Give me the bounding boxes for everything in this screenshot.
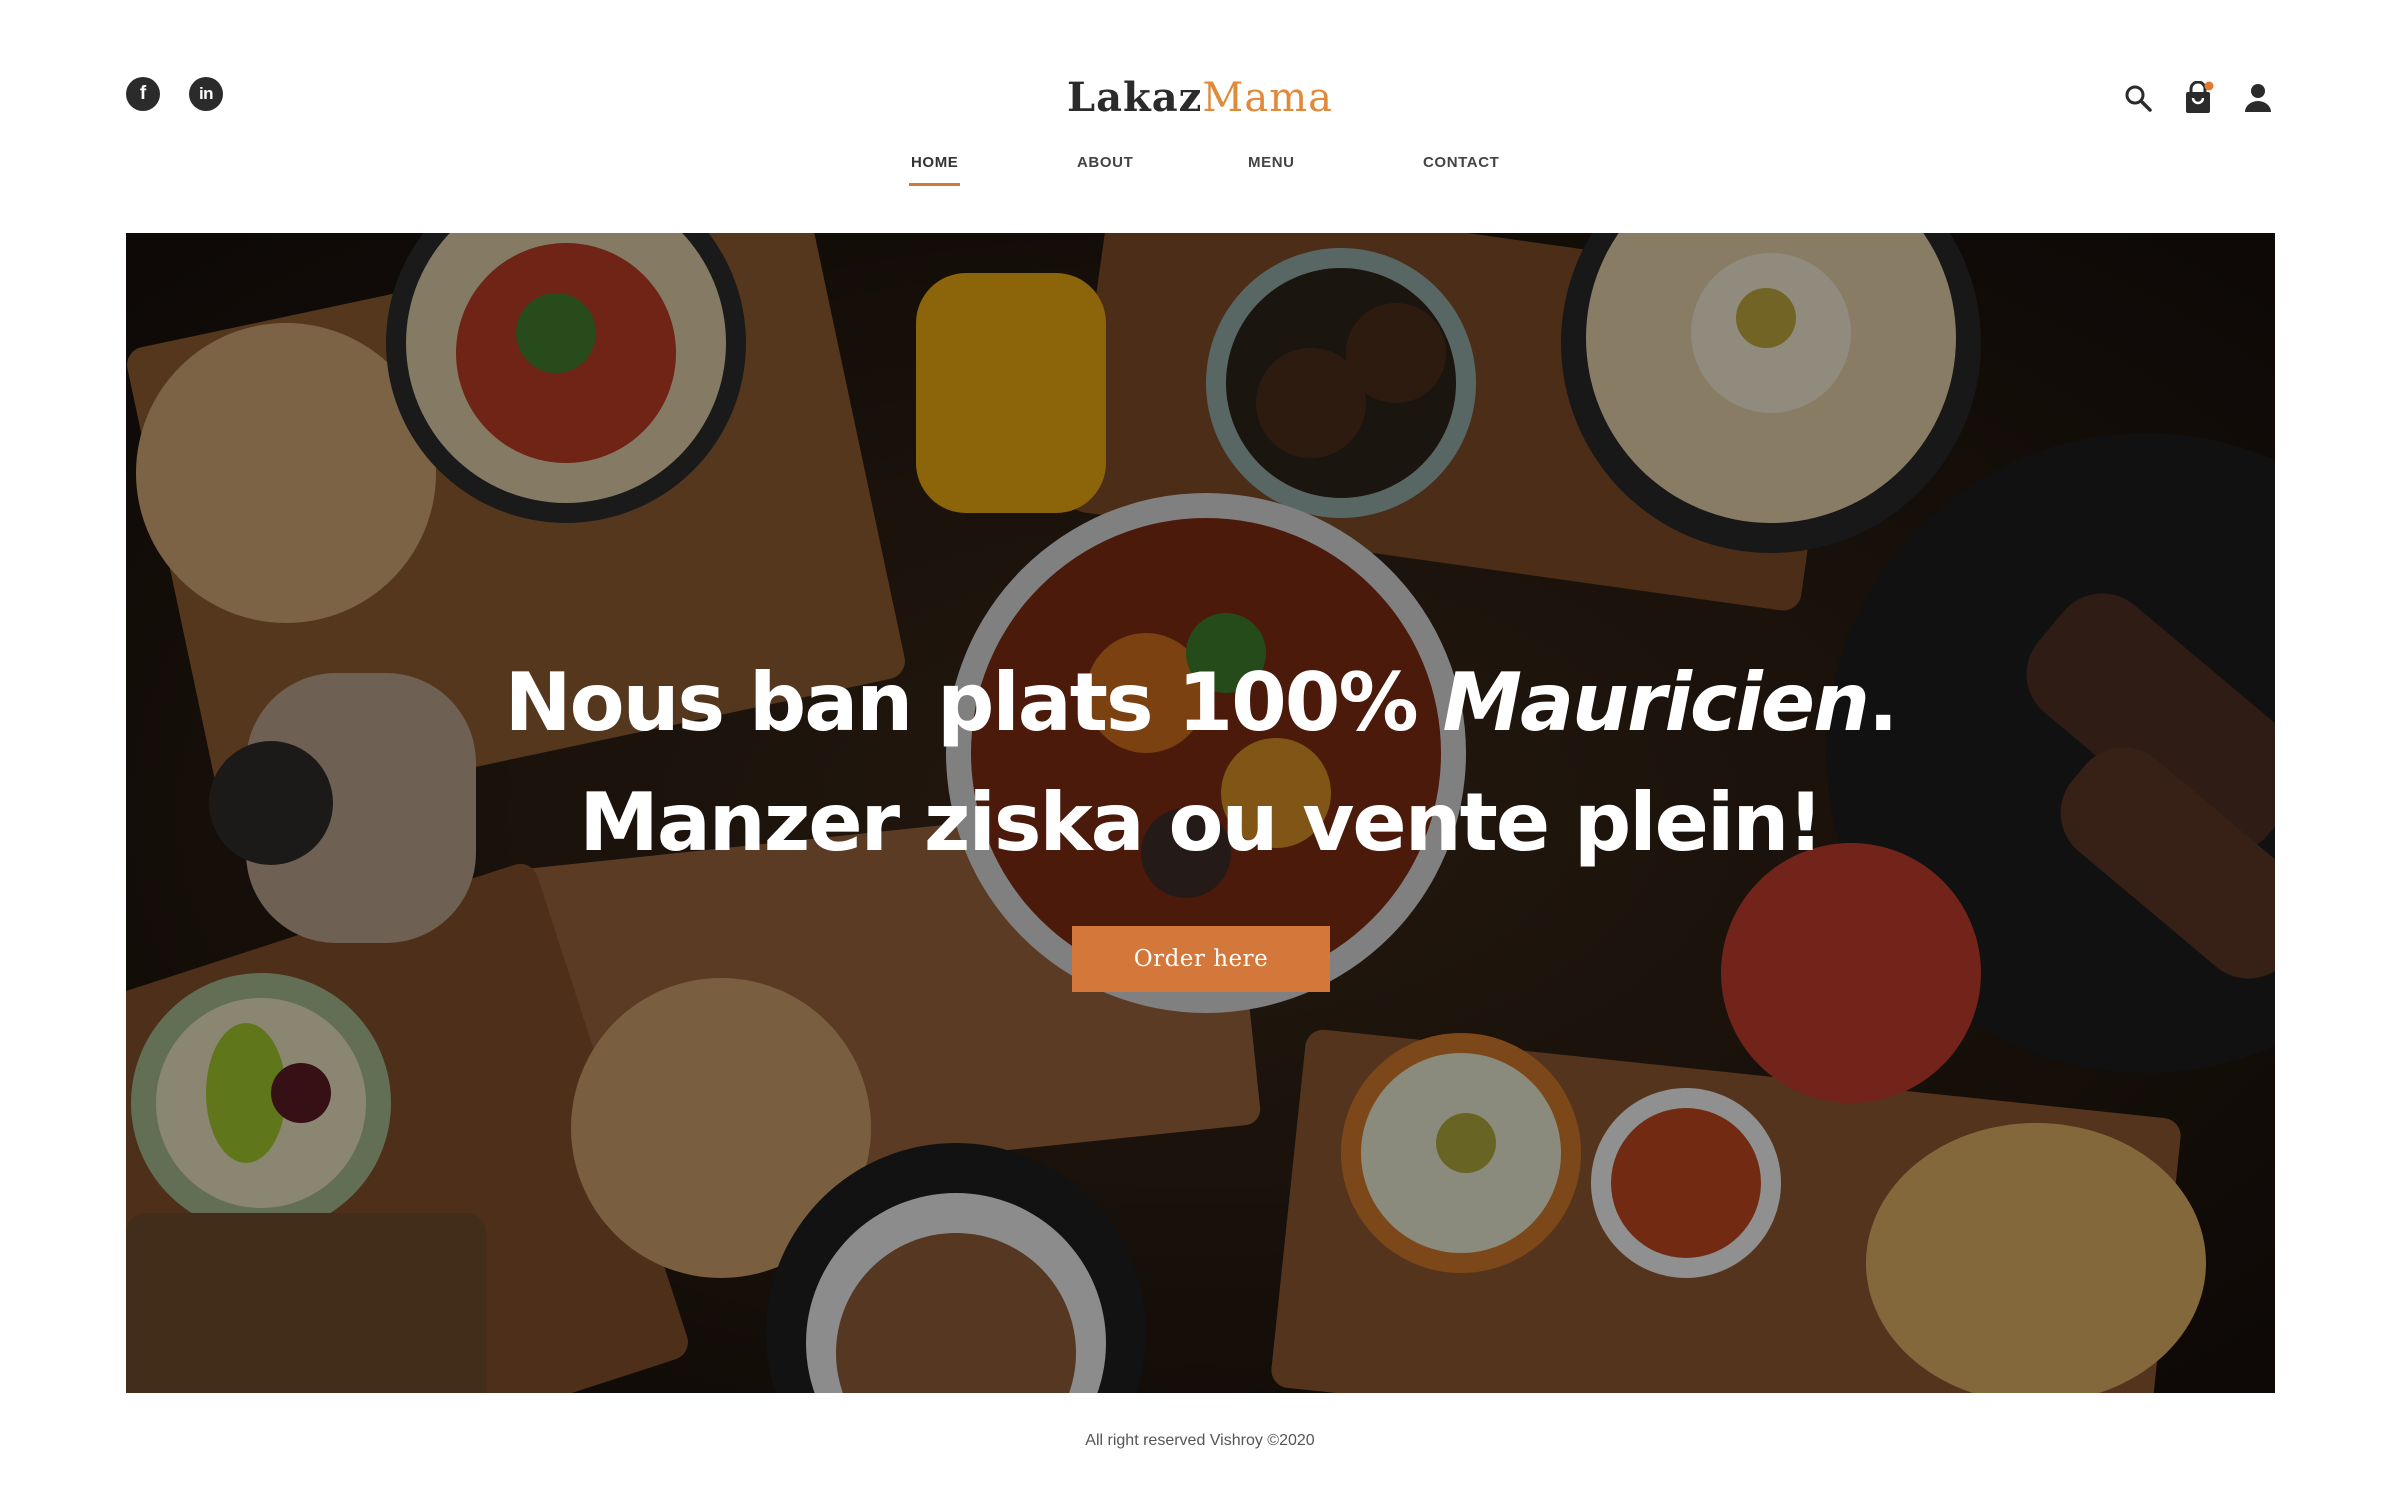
headline-line1-text: Nous ban plats 100% (504, 656, 1419, 749)
nav-about[interactable]: ABOUT (1077, 154, 1133, 171)
site-logo[interactable]: LakazMama (0, 74, 2400, 121)
header-tools (2122, 81, 2274, 114)
logo-part-lakaz: Lakaz (1067, 74, 1203, 121)
headline-line2-text: Manzer ziska ou vente plein! (579, 776, 1824, 869)
nav-home[interactable]: HOME (908, 154, 961, 186)
copyright-footer: All right reserved Vishroy ©2020 (1085, 1432, 1315, 1449)
nav-contact[interactable]: CONTACT (1423, 154, 1499, 171)
headline-period: . (1867, 656, 1898, 749)
search-icon[interactable] (2122, 82, 2154, 114)
hero-banner: Nous ban plats 100% Mauricien. Manzer zi… (126, 233, 2275, 1393)
user-icon[interactable] (2242, 82, 2274, 114)
hero-headline: Nous ban plats 100% Mauricien. Manzer zi… (126, 643, 2275, 883)
headline-emphasis: Mauricien (1442, 656, 1869, 749)
order-here-button[interactable]: Order here (1072, 926, 1330, 992)
logo-part-mama: Mama (1202, 75, 1333, 121)
shopping-bag-icon[interactable] (2182, 81, 2214, 114)
nav-menu[interactable]: MENU (1248, 154, 1295, 171)
